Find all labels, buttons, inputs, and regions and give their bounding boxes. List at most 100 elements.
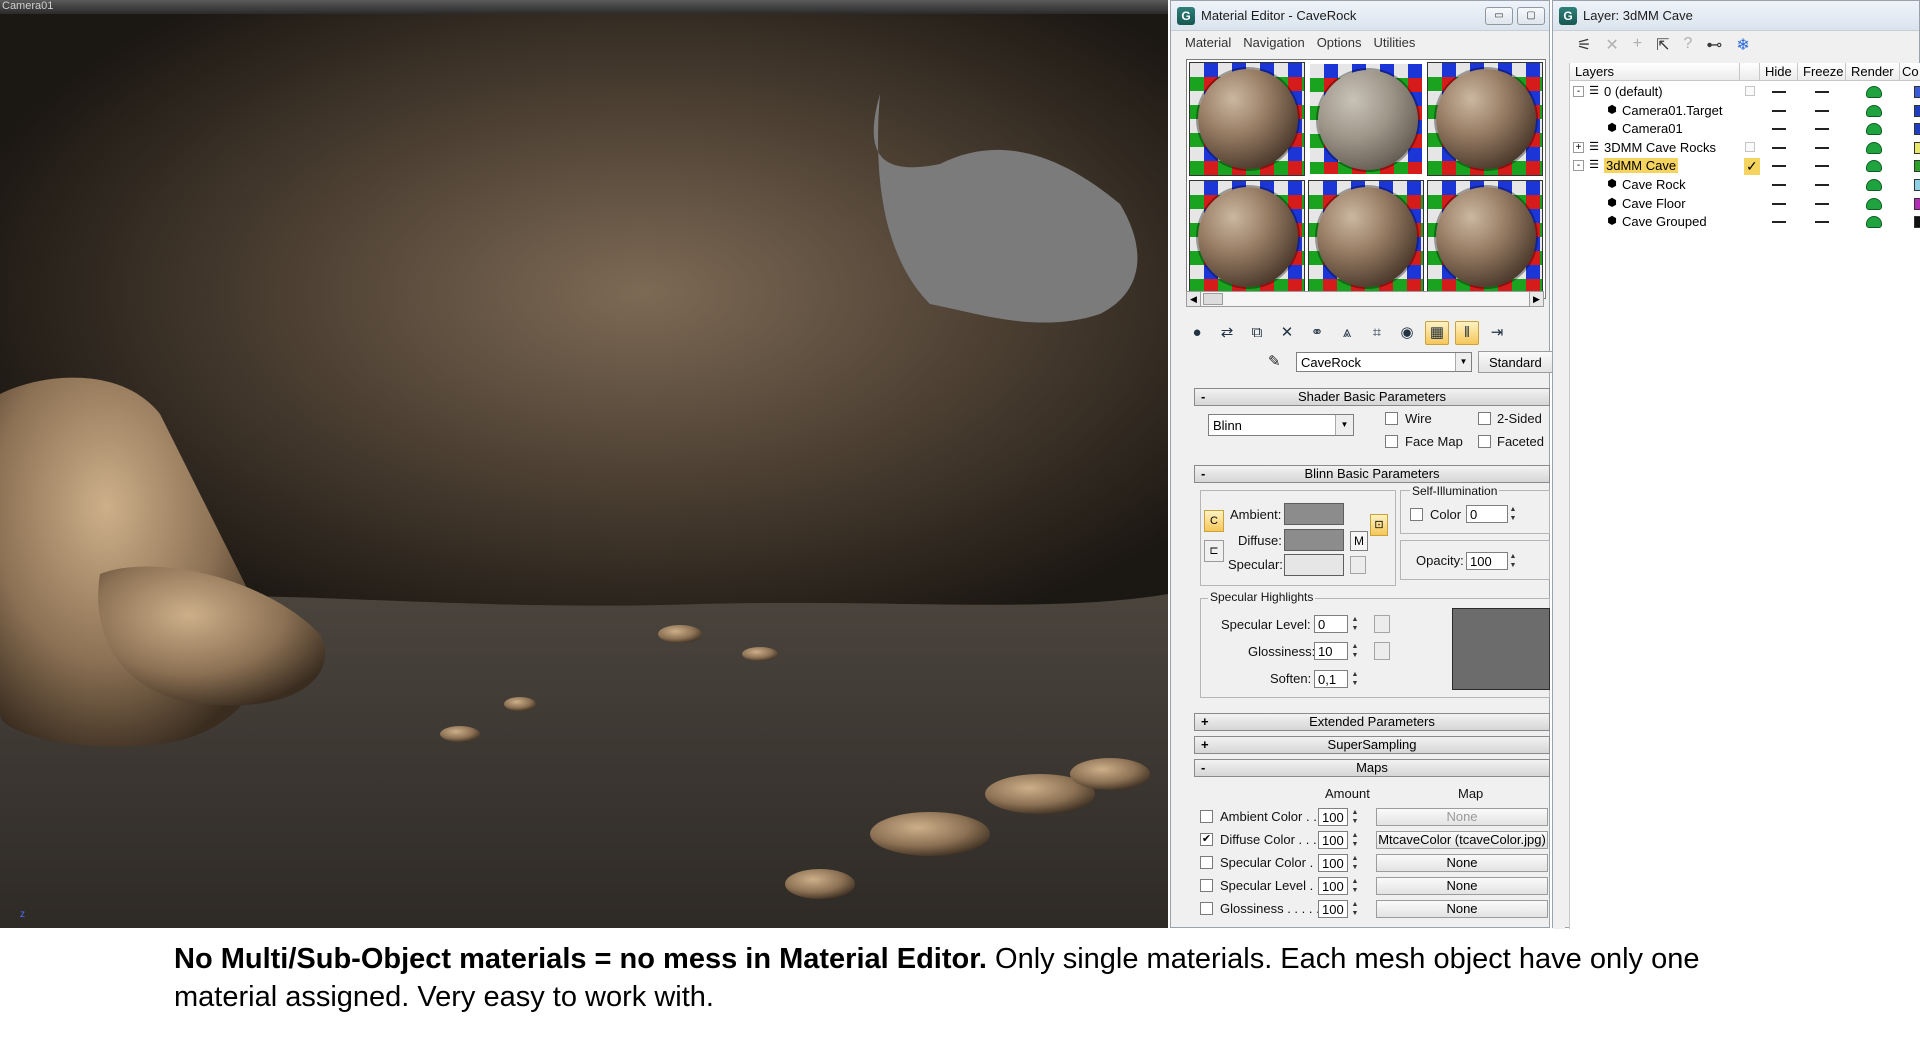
- map-enable-checkbox[interactable]: [1200, 879, 1213, 892]
- hide-toggle[interactable]: [1772, 146, 1786, 149]
- select-objects-icon[interactable]: ⇱: [1656, 35, 1669, 55]
- map-slot-button[interactable]: None: [1376, 877, 1548, 895]
- map-amount-field[interactable]: 100: [1318, 808, 1348, 826]
- opacity-spinner-icon[interactable]: ▲ ▼: [1508, 552, 1518, 570]
- layer-name[interactable]: 3dMM Cave: [1604, 158, 1679, 174]
- delete-layer-icon[interactable]: ✕: [1605, 35, 1618, 55]
- specular-color-swatch[interactable]: [1284, 554, 1344, 576]
- hide-toggle[interactable]: [1772, 128, 1786, 131]
- map-amount-spinner-icon[interactable]: ▲ ▼: [1350, 900, 1360, 918]
- slots-horizontal-scrollbar[interactable]: ◀ ▶: [1186, 291, 1544, 307]
- hide-unhide-all-icon[interactable]: ⊷: [1706, 35, 1722, 55]
- assign-to-selection-icon[interactable]: ⧉: [1245, 321, 1269, 345]
- layer-color-swatch[interactable]: [1914, 160, 1920, 173]
- two-sided-checkbox[interactable]: [1478, 412, 1491, 425]
- render-teapot-icon[interactable]: [1866, 160, 1882, 173]
- collapse-icon[interactable]: -: [1573, 160, 1584, 172]
- specular-map-slot[interactable]: [1350, 556, 1366, 574]
- freeze-toggle[interactable]: [1815, 91, 1829, 93]
- layer-color-swatch[interactable]: [1914, 86, 1920, 98]
- add-to-layer-icon[interactable]: +: [1633, 35, 1642, 55]
- go-to-parent-icon[interactable]: ‖: [1455, 321, 1479, 345]
- layer-name[interactable]: Camera01.Target: [1622, 103, 1722, 118]
- viewport-label[interactable]: Camera01: [2, 0, 53, 12]
- map-enable-checkbox[interactable]: [1200, 856, 1213, 869]
- help-icon[interactable]: ?: [1684, 35, 1693, 55]
- glossiness-map-slot[interactable]: [1374, 642, 1390, 660]
- column-header-color[interactable]: Co: [1900, 63, 1920, 81]
- put-to-library-icon[interactable]: ⩓: [1335, 321, 1359, 345]
- sample-slot-3[interactable]: [1427, 62, 1543, 176]
- rollout-supersampling[interactable]: + SuperSampling: [1194, 736, 1550, 754]
- map-enable-checkbox[interactable]: ✔: [1200, 833, 1213, 846]
- layer-name[interactable]: 3DMM Cave Rocks: [1604, 140, 1716, 155]
- pick-material-eyedropper-icon[interactable]: ✎: [1268, 352, 1288, 372]
- scroll-right-arrow-icon[interactable]: ▶: [1529, 292, 1543, 306]
- layer-row[interactable]: - ☰ 3dMM Cave ✓: [1570, 157, 1920, 176]
- sample-slot-6[interactable]: [1427, 180, 1543, 294]
- freeze-toggle[interactable]: [1815, 202, 1829, 205]
- layer-row[interactable]: - ☰ 0 (default): [1570, 83, 1920, 101]
- material-type-button[interactable]: Standard: [1478, 351, 1558, 373]
- self-illum-value-field[interactable]: 0: [1466, 505, 1508, 523]
- hide-toggle[interactable]: [1772, 202, 1786, 205]
- layer-color-swatch[interactable]: [1914, 179, 1920, 191]
- map-slot-button[interactable]: None: [1376, 808, 1548, 826]
- self-illum-spinner-icon[interactable]: ▲ ▼: [1508, 505, 1518, 523]
- layer-name[interactable]: Camera01: [1622, 121, 1683, 136]
- specular-level-field[interactable]: 0: [1314, 615, 1348, 633]
- hide-toggle[interactable]: [1772, 91, 1786, 93]
- sample-slot-1[interactable]: [1189, 62, 1305, 176]
- material-name-field[interactable]: CaveRock ▼: [1296, 352, 1472, 372]
- layer-color-swatch[interactable]: [1914, 216, 1920, 229]
- map-amount-field[interactable]: 100: [1318, 900, 1348, 918]
- render-teapot-icon[interactable]: [1866, 123, 1882, 136]
- layer-object-row[interactable]: ⬢ Cave Floor: [1570, 195, 1920, 213]
- layer-color-swatch[interactable]: [1914, 104, 1920, 117]
- layer-name[interactable]: Cave Grouped: [1622, 214, 1707, 229]
- self-illum-color-checkbox[interactable]: [1410, 508, 1423, 521]
- freeze-toggle[interactable]: [1815, 221, 1829, 224]
- freeze-all-icon[interactable]: ❄: [1736, 35, 1749, 55]
- map-amount-spinner-icon[interactable]: ▲ ▼: [1350, 831, 1360, 849]
- map-amount-spinner-icon[interactable]: ▲ ▼: [1350, 854, 1360, 872]
- map-enable-checkbox[interactable]: [1200, 902, 1213, 915]
- layer-color-swatch[interactable]: [1914, 197, 1920, 210]
- menu-options[interactable]: Options: [1317, 35, 1362, 50]
- layer-row[interactable]: + ☰ 3DMM Cave Rocks: [1570, 139, 1920, 157]
- glossiness-field[interactable]: 10: [1314, 642, 1348, 660]
- scroll-left-arrow-icon[interactable]: ◀: [1187, 292, 1201, 306]
- soften-field[interactable]: 0,1: [1314, 670, 1348, 688]
- hide-toggle[interactable]: [1772, 165, 1786, 168]
- render-teapot-icon[interactable]: [1866, 104, 1882, 117]
- show-end-result-icon[interactable]: ▦: [1425, 321, 1449, 345]
- faceted-checkbox[interactable]: [1478, 435, 1491, 448]
- wire-checkbox[interactable]: [1385, 412, 1398, 425]
- chevron-down-icon[interactable]: ▼: [1335, 415, 1353, 435]
- menu-material[interactable]: Material: [1185, 35, 1231, 50]
- rollout-maps[interactable]: - Maps: [1194, 759, 1550, 777]
- show-map-in-viewport-icon[interactable]: ◉: [1395, 321, 1419, 345]
- diffuse-color-swatch[interactable]: [1284, 529, 1344, 551]
- column-header-freeze[interactable]: Freeze: [1798, 63, 1846, 81]
- layer-name[interactable]: 0 (default): [1604, 84, 1663, 99]
- put-to-scene-icon[interactable]: ⇄: [1215, 321, 1239, 345]
- layer-color-swatch[interactable]: [1914, 141, 1920, 154]
- lock-ambient-diffuse-icon[interactable]: C: [1204, 510, 1224, 532]
- column-header-render[interactable]: Render: [1846, 63, 1900, 81]
- map-enable-checkbox[interactable]: [1200, 810, 1213, 823]
- hide-toggle[interactable]: [1772, 184, 1786, 186]
- layer-object-row[interactable]: ⬢ Cave Rock: [1570, 176, 1920, 194]
- specular-level-spinner-icon[interactable]: ▲ ▼: [1350, 615, 1360, 633]
- menu-utilities[interactable]: Utilities: [1374, 35, 1416, 50]
- collapse-icon[interactable]: -: [1573, 86, 1584, 97]
- go-forward-sibling-icon[interactable]: ⇥: [1485, 321, 1509, 345]
- render-teapot-icon[interactable]: [1866, 216, 1882, 229]
- material-effects-channel-icon[interactable]: ⌗: [1365, 321, 1389, 345]
- chevron-down-icon[interactable]: ▼: [1455, 353, 1471, 371]
- material-editor-titlebar[interactable]: G Material Editor - CaveRock ▭ ▢: [1171, 1, 1549, 31]
- map-slot-button[interactable]: MtcaveColor (tcaveColor.jpg): [1376, 831, 1548, 849]
- layer-name[interactable]: Cave Floor: [1622, 196, 1686, 211]
- map-amount-field[interactable]: 100: [1318, 831, 1348, 849]
- rollout-shader-basic-parameters[interactable]: - Shader Basic Parameters: [1194, 388, 1550, 406]
